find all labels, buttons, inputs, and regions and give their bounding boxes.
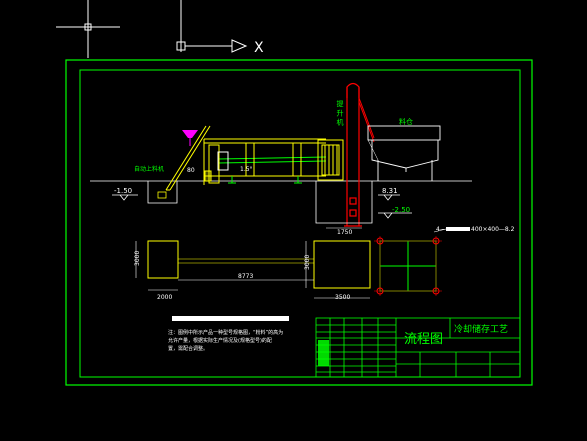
notes-line-1: 注：图例中所示产品一种型号规格图，“粉料”的高为 bbox=[168, 329, 283, 336]
dim-8773: 8773 bbox=[238, 273, 253, 280]
elevation-label-foundation: -2.50 bbox=[392, 206, 410, 214]
feed-hopper-label: 自动上料机 bbox=[134, 165, 164, 173]
drum-discharge-head bbox=[317, 139, 344, 181]
dim-3500: 3500 bbox=[335, 294, 350, 301]
pit bbox=[147, 181, 178, 204]
dim-1750: 1750 bbox=[337, 229, 352, 236]
notes-line-3: 置，需配合调整。 bbox=[168, 345, 208, 352]
drawing-title: 流程图 bbox=[404, 332, 443, 347]
dim-3000-right: 3000 bbox=[304, 255, 311, 270]
crosshair-cursor bbox=[56, 0, 120, 58]
dim-3000-left: 3000 bbox=[134, 251, 141, 266]
ucs-icon bbox=[176, 0, 248, 53]
dim-2000: 2000 bbox=[157, 294, 172, 301]
elevator-label: 提 升 机 bbox=[336, 99, 344, 126]
slope-label: 1.5° bbox=[240, 166, 253, 173]
drawing-border-outer bbox=[65, 59, 533, 386]
spec-callout-value: 400×400—8.2 bbox=[471, 226, 515, 233]
notes-title-bar bbox=[172, 316, 289, 321]
elevation-label-pit: -1.50 bbox=[114, 187, 132, 195]
cooler-drum bbox=[203, 138, 327, 185]
title-block-fill bbox=[318, 340, 329, 366]
notes-line-2: 允许产量，根据实际生产情况及(规格型号)的配 bbox=[168, 337, 272, 344]
bucket-elevator bbox=[344, 82, 375, 227]
storage-bin bbox=[367, 125, 441, 181]
ucs-x-axis-label: X bbox=[254, 40, 264, 56]
elevation-label-platform: 8.31 bbox=[382, 187, 398, 195]
cad-drawing-canvas[interactable]: X -1.50 自动上料机 80 1.5° 提 升 机 1750 8.31 -2… bbox=[0, 0, 587, 441]
angle-label: 80 bbox=[187, 167, 195, 174]
elevator-pit bbox=[315, 181, 373, 224]
feed-hopper bbox=[165, 125, 211, 191]
plan-dimensions bbox=[135, 241, 370, 299]
spec-callout-prefix: 4— bbox=[436, 226, 446, 233]
elevation-mark-pit bbox=[112, 194, 138, 201]
bin-label: 料仓 bbox=[399, 117, 413, 126]
plan-view bbox=[147, 236, 442, 296]
elevation-mark-platform bbox=[378, 194, 400, 201]
drawing-subtitle: 冷却储存工艺 bbox=[454, 323, 508, 335]
